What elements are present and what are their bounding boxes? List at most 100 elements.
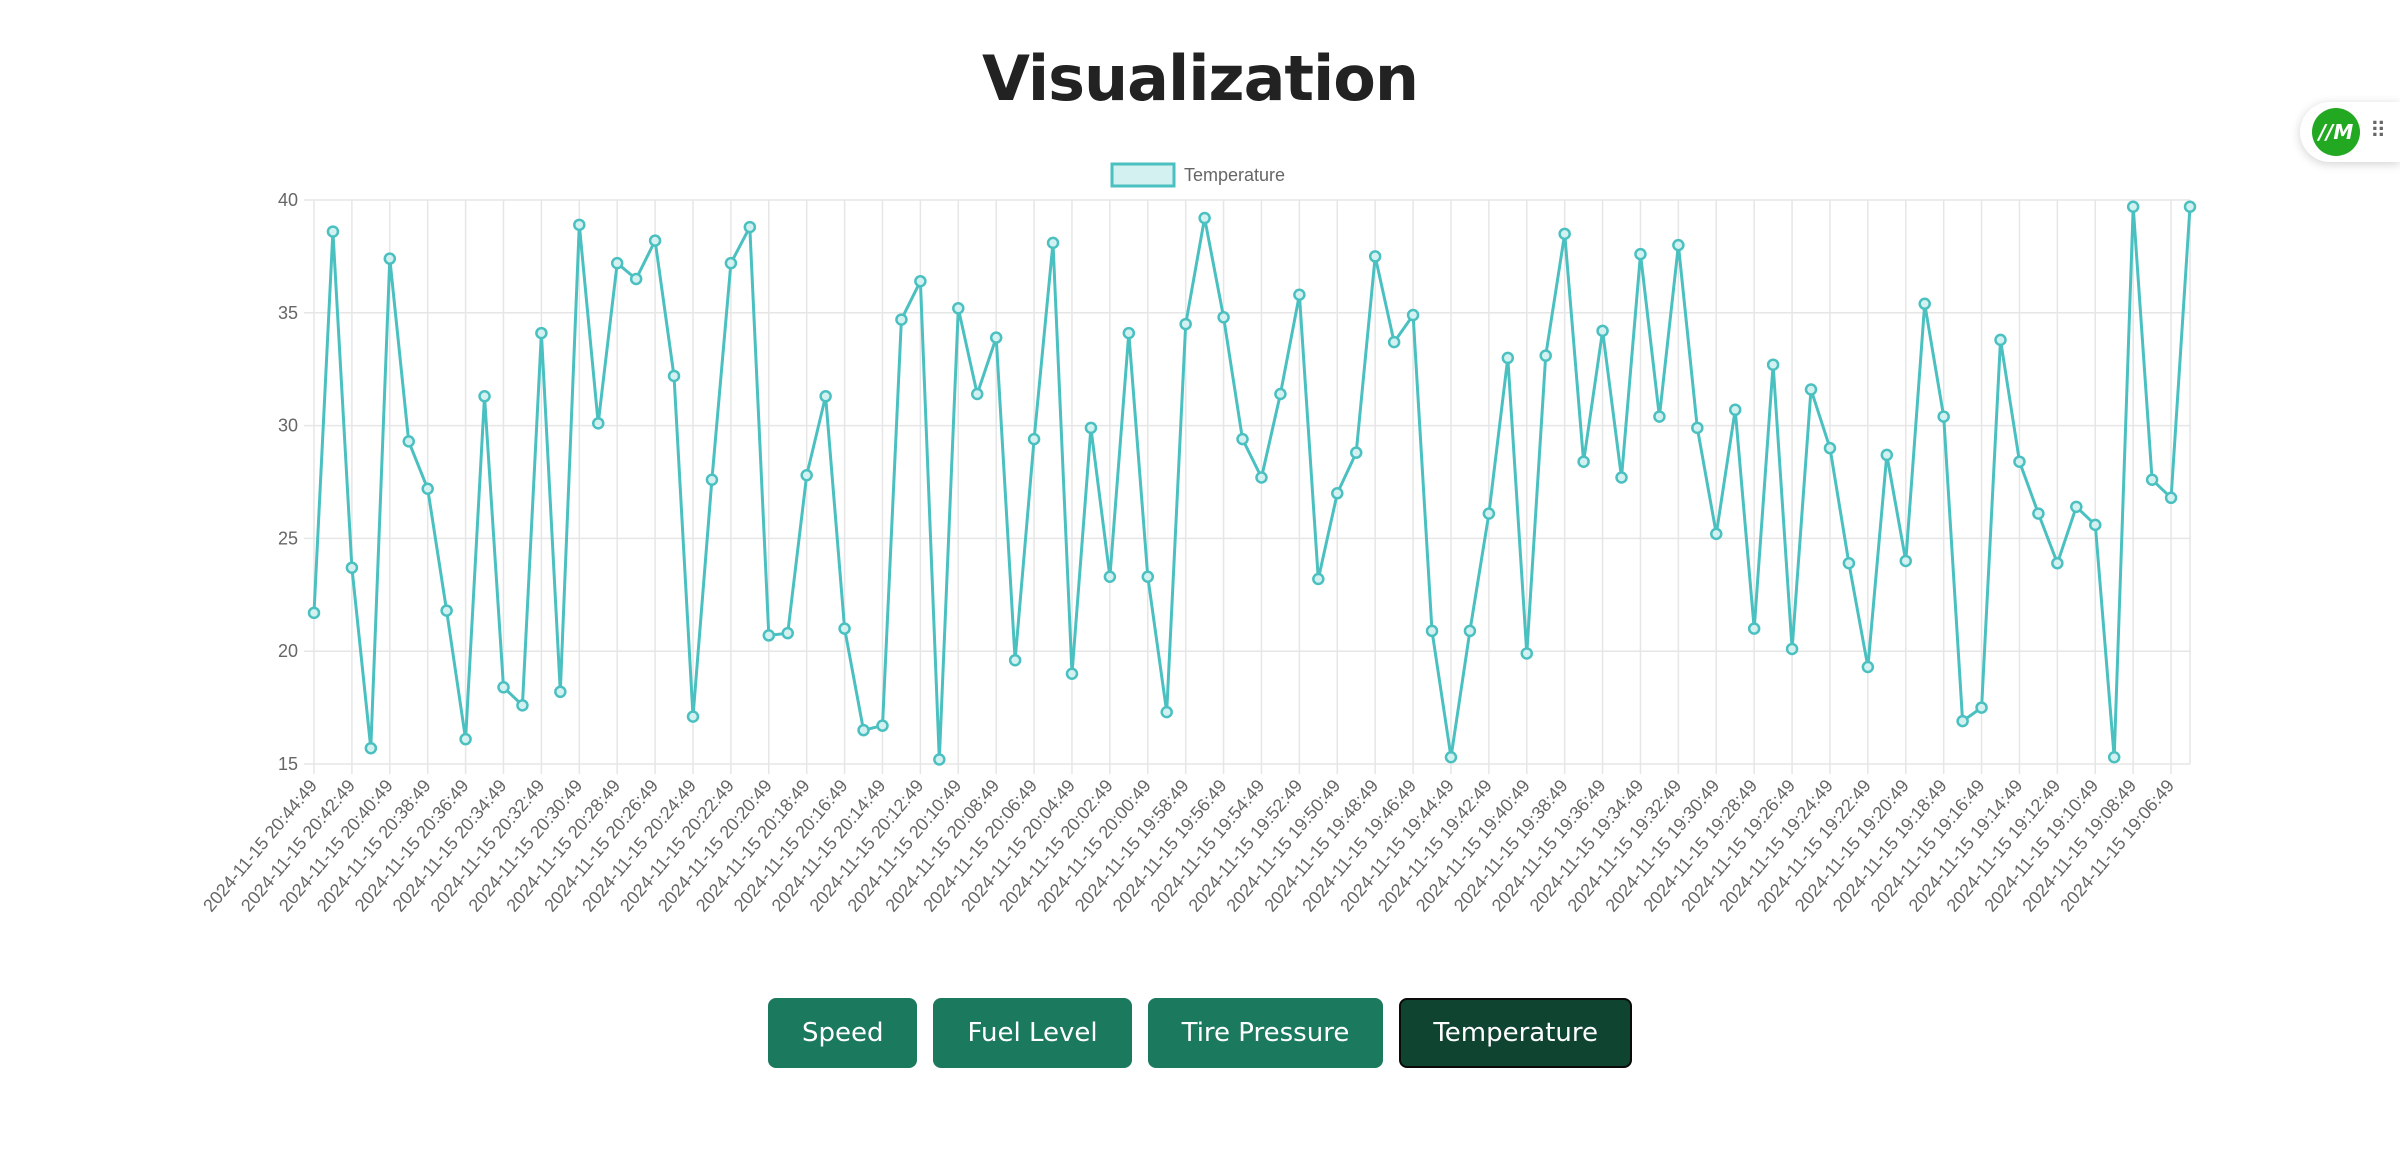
data-point [2183, 200, 2197, 214]
data-point [1994, 333, 2007, 347]
extension-logo[interactable]: //M [2312, 108, 2360, 156]
data-point [1103, 570, 1117, 584]
data-point [705, 473, 719, 486]
legend-label: Temperature [1184, 165, 1285, 185]
data-point [516, 699, 529, 712]
data-point [364, 741, 378, 755]
data-point [497, 681, 510, 694]
data-point [1691, 421, 1704, 435]
data-point [857, 723, 870, 737]
data-point [1065, 667, 1079, 681]
data-point [989, 331, 1003, 344]
data-point [573, 218, 586, 232]
temperature-series-line [312, 205, 2192, 761]
chart-series [307, 200, 2197, 766]
data-point [2013, 455, 2026, 468]
data-point [1956, 714, 1969, 728]
data-point [1558, 227, 1571, 241]
data-point [1217, 311, 1230, 324]
data-point [2051, 556, 2064, 570]
data-point [743, 220, 757, 234]
data-point [1899, 554, 1913, 568]
data-point [1861, 660, 1875, 674]
data-point [1842, 556, 1856, 570]
chart-legend: Temperature [1110, 162, 1285, 188]
data-point [2089, 518, 2102, 532]
data-point [1425, 624, 1439, 638]
data-point [914, 274, 927, 288]
data-point [686, 710, 700, 723]
speed-button[interactable]: Speed [767, 998, 918, 1068]
temperature-line-chart: 15 20 25 30 35 40 2024-11-15 20:44:492024-11-… [199, 162, 2197, 916]
data-point [1255, 471, 1268, 484]
data-point [762, 629, 776, 642]
y-tick-label: 25 [278, 528, 298, 548]
y-axis-ticks: 15 20 25 30 35 40 [278, 190, 298, 774]
data-point [629, 272, 643, 286]
y-tick-label: 20 [278, 641, 298, 661]
data-point [1236, 432, 1249, 446]
data-point [1880, 448, 1894, 462]
data-point [307, 606, 321, 620]
extension-widget[interactable]: //M ⠿ [2300, 102, 2400, 162]
data-point [1728, 403, 1742, 417]
data-point [667, 369, 681, 383]
data-point [1160, 705, 1173, 719]
data-point [535, 326, 548, 340]
data-point [1710, 527, 1723, 541]
temperature-button[interactable]: Temperature [1399, 998, 1633, 1068]
data-point [781, 626, 794, 640]
data-point [1046, 236, 1060, 250]
data-point [1539, 349, 1552, 362]
data-point [421, 482, 434, 496]
data-point [800, 468, 813, 482]
data-point [1615, 471, 1628, 484]
data-point [1653, 410, 1666, 423]
data-point [1084, 421, 1098, 435]
data-point [819, 390, 832, 403]
data-point [1501, 351, 1515, 365]
data-point [402, 435, 415, 448]
fuel-level-button[interactable]: Fuel Level [933, 998, 1132, 1068]
data-point [1804, 383, 1818, 396]
data-point [326, 225, 340, 238]
data-point [1274, 387, 1287, 401]
x-axis-ticks: 2024-11-15 20:44:492024-11-15 20:42:4920… [199, 776, 2178, 916]
data-point [1577, 455, 1590, 468]
data-point [1349, 446, 1363, 459]
data-point [1596, 324, 1609, 338]
data-point [1312, 572, 1325, 586]
data-point [1482, 507, 1496, 520]
data-point [1823, 441, 1837, 455]
data-point [1785, 642, 1799, 656]
y-tick-label: 40 [278, 190, 298, 210]
data-point [1975, 701, 1988, 714]
chart-grid [304, 199, 2191, 774]
legend-swatch [1110, 162, 1176, 188]
data-point [2032, 507, 2045, 520]
data-point [478, 390, 491, 403]
tire-pressure-button[interactable]: Tire Pressure [1147, 998, 1384, 1068]
y-tick-label: 35 [278, 303, 298, 323]
data-point [933, 753, 946, 766]
data-point [554, 685, 567, 699]
data-point [1141, 570, 1155, 584]
data-point [876, 719, 889, 732]
data-point [1198, 211, 1211, 225]
data-point [1463, 624, 1477, 638]
data-point [2164, 491, 2178, 505]
data-point [440, 604, 453, 617]
data-point [1387, 335, 1401, 349]
y-tick-label: 15 [278, 754, 298, 774]
data-point [1634, 247, 1647, 261]
data-point [1766, 358, 1780, 371]
data-point [1179, 317, 1192, 331]
data-point [838, 622, 851, 635]
data-point [1937, 410, 1950, 423]
data-point [1008, 653, 1022, 667]
data-point [1444, 750, 1458, 764]
data-point [2145, 473, 2159, 486]
drag-grip-icon[interactable]: ⠿ [2370, 119, 2386, 143]
data-point [648, 234, 662, 247]
metric-button-row: Speed Fuel Level Tire Pressure Temperatu… [0, 998, 2400, 1068]
